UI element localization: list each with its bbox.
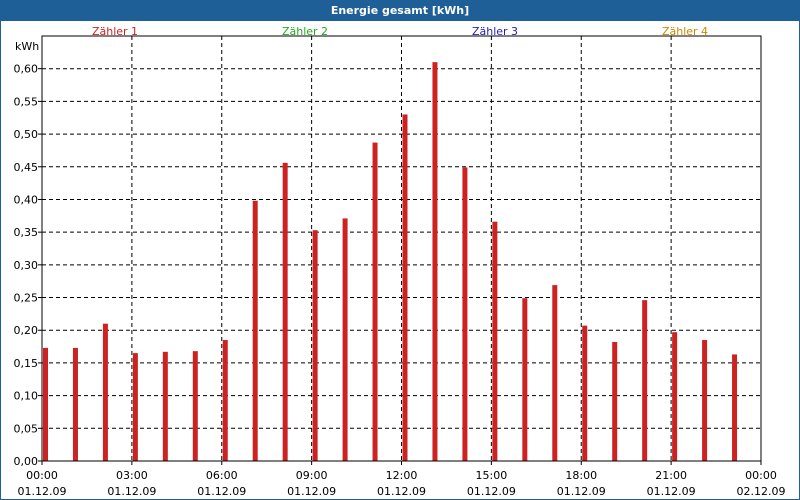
x-tick-date: 01.12.09 xyxy=(287,485,336,498)
bar xyxy=(312,230,318,461)
bar xyxy=(162,351,168,461)
bar xyxy=(102,323,108,461)
bar xyxy=(192,351,198,461)
y-axis-label: kWh xyxy=(15,40,39,53)
x-tick-date: 01.12.09 xyxy=(107,485,156,498)
bar xyxy=(522,298,528,461)
x-tick-labels: 00:00 01.12.09 03:00 01.12.09 06:00 01.12.09 0… xyxy=(18,469,786,498)
legend-entry: Zähler 3 xyxy=(472,25,518,38)
x-tick-date: 01.12.09 xyxy=(467,485,516,498)
y-tick-label: 0,00 xyxy=(14,455,39,468)
bar xyxy=(43,347,48,461)
bar xyxy=(132,353,138,461)
bars xyxy=(43,62,738,462)
bar xyxy=(222,340,228,461)
x-tick-time: 21:00 xyxy=(655,469,687,482)
x-tick-time: 12:00 xyxy=(386,469,418,482)
grid xyxy=(42,36,761,461)
bar xyxy=(492,221,498,461)
bar xyxy=(402,114,408,461)
y-tick-label: 0,30 xyxy=(14,259,39,272)
x-tick-time: 03:00 xyxy=(116,469,148,482)
bar xyxy=(282,162,288,461)
y-tick-label: 0,60 xyxy=(14,63,39,76)
bar xyxy=(612,342,618,461)
legend-entry: Zähler 1 xyxy=(92,25,138,38)
x-tick-date: 01.12.09 xyxy=(377,485,426,498)
bar xyxy=(432,62,438,462)
y-tick-label: 0,05 xyxy=(14,422,39,435)
bar xyxy=(462,167,468,461)
x-tick-time: 00:00 xyxy=(745,469,777,482)
y-tick-label: 0,45 xyxy=(14,161,39,174)
bar xyxy=(672,332,678,461)
bar xyxy=(552,285,558,461)
energy-chart: Zähler 1 Zähler 2 Zähler 3 Zähler 4 0,000,0… xyxy=(14,25,786,498)
x-tick-date: 01.12.09 xyxy=(647,485,696,498)
bar xyxy=(252,200,258,461)
bar xyxy=(732,354,738,461)
bar xyxy=(342,218,348,461)
y-tick-label: 0,15 xyxy=(14,357,39,370)
legend-entry: Zähler 4 xyxy=(662,25,708,38)
x-tick-date: 01.12.09 xyxy=(197,485,246,498)
y-tick-label: 0,35 xyxy=(14,226,39,239)
x-tick-date: 02.12.09 xyxy=(737,485,786,498)
x-tick-time: 18:00 xyxy=(565,469,597,482)
x-tick-time: 00:00 xyxy=(26,469,58,482)
y-tick-label: 0,25 xyxy=(14,292,39,305)
x-tick-time: 09:00 xyxy=(296,469,328,482)
x-tick-date: 01.12.09 xyxy=(557,485,606,498)
axes xyxy=(38,35,762,465)
y-tick-label: 0,55 xyxy=(14,95,39,108)
bar xyxy=(582,325,588,461)
y-tick-label: 0,40 xyxy=(14,193,39,206)
x-tick-time: 06:00 xyxy=(206,469,238,482)
bar xyxy=(72,347,78,461)
bar xyxy=(372,142,378,462)
bar xyxy=(642,300,648,461)
x-tick-time: 15:00 xyxy=(476,469,508,482)
y-tick-label: 0,50 xyxy=(14,128,39,141)
y-tick-label: 0,20 xyxy=(14,324,39,337)
y-tick-label: 0,10 xyxy=(14,390,39,403)
legend-entry: Zähler 2 xyxy=(282,25,328,38)
x-tick-date: 01.12.09 xyxy=(18,485,67,498)
y-tick-labels: 0,00 0,05 0,10 0,15 0,20 0,25 0,30 0,35 0,40 0,45… xyxy=(14,63,39,468)
bar xyxy=(702,340,708,461)
